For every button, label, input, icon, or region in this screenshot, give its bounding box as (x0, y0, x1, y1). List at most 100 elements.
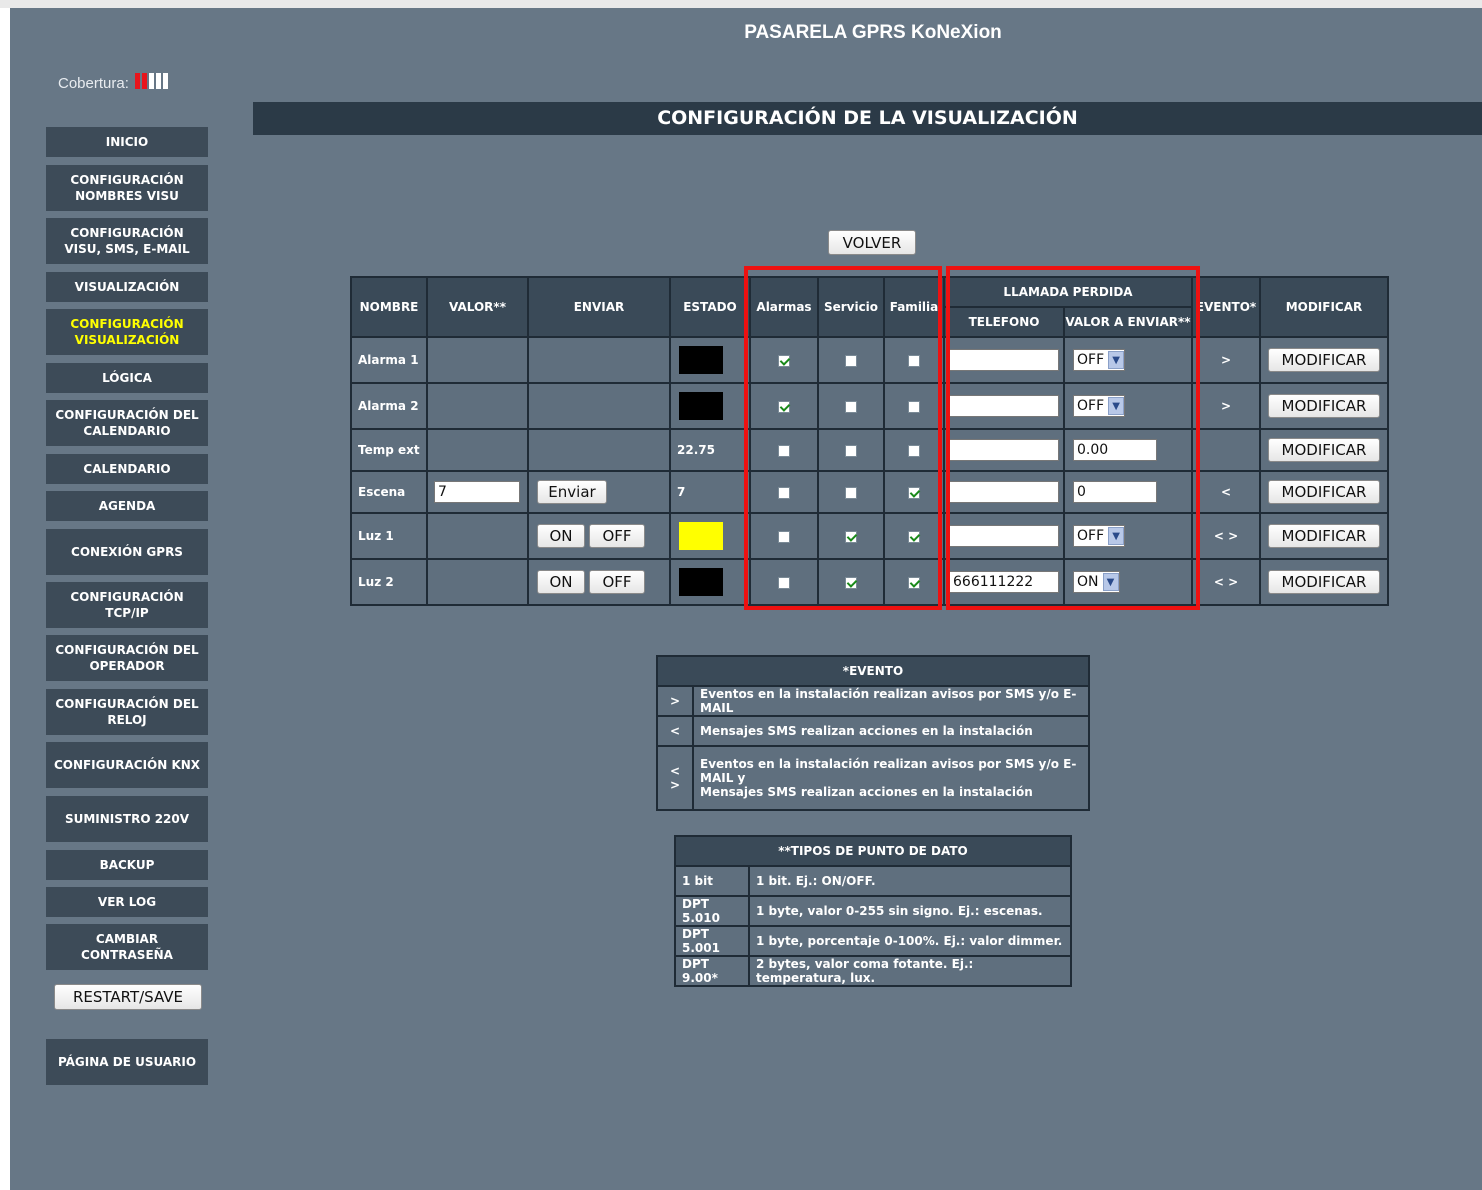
header-familia: Familia (883, 276, 945, 338)
evento-legend: *EVENTO > Eventos en la instalación reali… (656, 655, 1090, 811)
header-estado: ESTADO (669, 276, 751, 338)
sidebar-item-15[interactable]: SUMINISTRO 220V (46, 796, 208, 842)
status-swatch (679, 346, 723, 374)
dpt-type: DPT 5.001 (674, 925, 750, 957)
servicio-checkbox[interactable] (845, 486, 857, 499)
valor-enviar-select[interactable]: OFF ▼ (1073, 349, 1126, 371)
servicio-checkbox[interactable] (845, 444, 857, 457)
alarmas-checkbox[interactable] (778, 486, 790, 499)
evento-value: < (1191, 470, 1261, 514)
telefono-input[interactable] (949, 439, 1059, 461)
chevron-down-icon: ▼ (1108, 351, 1125, 369)
table-row: Alarma 2 OFF ▼ > MODIFICAR (350, 382, 1389, 430)
valor-enviar-input[interactable]: 0.00 (1073, 439, 1157, 461)
sidebar-item-1[interactable]: INICIO (46, 127, 208, 157)
evento-text-multiline: Eventos en la instalación realizan aviso… (692, 745, 1090, 811)
sidebar-item-10[interactable]: CONEXIÓN GPRS (46, 529, 208, 575)
off-button[interactable]: OFF (589, 524, 645, 548)
row-name: Temp ext (350, 428, 428, 472)
signal-bar (148, 73, 154, 89)
enviar-cell (527, 382, 671, 430)
modificar-button[interactable]: MODIFICAR (1268, 438, 1380, 462)
sidebar-item-18[interactable]: CAMBIAR CONTRASEÑA (46, 924, 208, 970)
valor-cell (426, 382, 529, 430)
sidebar-item-17[interactable]: VER LOG (46, 887, 208, 917)
familia-checkbox[interactable] (908, 530, 920, 543)
sidebar-item-5[interactable]: CONFIGURACIÓN VISUALIZACIÓN (46, 309, 208, 355)
sidebar-item-8[interactable]: CALENDARIO (46, 454, 208, 484)
valor-input[interactable]: 7 (434, 481, 520, 503)
dpt-type: DPT 9.00* (674, 955, 750, 987)
alarmas-checkbox[interactable] (778, 576, 790, 589)
row-name: Luz 1 (350, 512, 428, 560)
sidebar-item-6[interactable]: LÓGICA (46, 363, 208, 393)
valor-enviar-select[interactable]: ON ▼ (1073, 571, 1120, 593)
familia-checkbox[interactable] (908, 400, 920, 413)
sidebar-item-3[interactable]: CONFIGURACIÓN VISU, SMS, E-MAIL (46, 218, 208, 264)
telefono-input[interactable] (949, 481, 1059, 503)
alarmas-checkbox[interactable] (778, 444, 790, 457)
sidebar-item-14[interactable]: CONFIGURACIÓN KNX (46, 742, 208, 788)
enviar-button[interactable]: Enviar (537, 480, 607, 504)
telefono-input[interactable] (949, 395, 1059, 417)
dpt-desc: 1 bit. Ej.: ON/OFF. (748, 865, 1072, 897)
servicio-checkbox[interactable] (845, 576, 857, 589)
sidebar-item-7[interactable]: CONFIGURACIÓN DEL CALENDARIO (46, 400, 208, 446)
telefono-input[interactable] (949, 525, 1059, 547)
modificar-button[interactable]: MODIFICAR (1268, 570, 1380, 594)
evento-value: < > (1191, 512, 1261, 560)
sidebar-item-user-page[interactable]: PÁGINA DE USUARIO (46, 1039, 208, 1085)
familia-checkbox[interactable] (908, 486, 920, 499)
app-title: PASARELA GPRS KoNeXion (744, 22, 1002, 43)
dpt-type: DPT 5.010 (674, 895, 750, 927)
sidebar-item-9[interactable]: AGENDA (46, 491, 208, 521)
servicio-checkbox[interactable] (845, 354, 857, 367)
modificar-button[interactable]: MODIFICAR (1268, 394, 1380, 418)
servicio-checkbox[interactable] (845, 400, 857, 413)
on-button[interactable]: ON (537, 570, 585, 594)
tipos-legend-title: **TIPOS DE PUNTO DE DATO (674, 835, 1072, 867)
alarmas-checkbox[interactable] (778, 400, 790, 413)
sidebar-item-12[interactable]: CONFIGURACIÓN DEL OPERADOR (46, 635, 208, 681)
off-button[interactable]: OFF (589, 570, 645, 594)
alarmas-checkbox[interactable] (778, 354, 790, 367)
page-title: CONFIGURACIÓN DE LA VISUALIZACIÓN (253, 102, 1482, 135)
header-llamada-perdida: LLAMADA PERDIDA (943, 276, 1193, 308)
telefono-input[interactable]: 666111222 (949, 571, 1059, 593)
estado-value: 7 (669, 470, 751, 514)
modificar-button[interactable]: MODIFICAR (1268, 524, 1380, 548)
familia-checkbox[interactable] (908, 444, 920, 457)
evento-value (1191, 428, 1261, 472)
header-modificar: MODIFICAR (1259, 276, 1389, 338)
valor-cell (426, 336, 529, 384)
valor-enviar-select[interactable]: OFF ▼ (1073, 395, 1126, 417)
modificar-button[interactable]: MODIFICAR (1268, 480, 1380, 504)
telefono-input[interactable] (949, 349, 1059, 371)
on-button[interactable]: ON (537, 524, 585, 548)
familia-checkbox[interactable] (908, 354, 920, 367)
signal-bar (141, 73, 147, 89)
alarmas-checkbox[interactable] (778, 530, 790, 543)
servicio-checkbox[interactable] (845, 530, 857, 543)
volver-button[interactable]: VOLVER (828, 230, 916, 255)
valor-cell (426, 558, 529, 606)
modificar-button[interactable]: MODIFICAR (1268, 348, 1380, 372)
restart-save-button[interactable]: RESTART/SAVE (54, 984, 202, 1010)
signal-bar (134, 73, 140, 89)
sidebar-item-16[interactable]: BACKUP (46, 850, 208, 880)
sidebar-item-4[interactable]: VISUALIZACIÓN (46, 272, 208, 302)
evento-symbol: > (656, 685, 694, 717)
valor-enviar-select[interactable]: OFF ▼ (1073, 525, 1126, 547)
sidebar-item-2[interactable]: CONFIGURACIÓN NOMBRES VISU (46, 165, 208, 211)
sidebar-item-13[interactable]: CONFIGURACIÓN DEL RELOJ (46, 689, 208, 735)
table-row: Alarma 1 OFF ▼ > MODIFICAR (350, 336, 1389, 384)
valor-enviar-input[interactable]: 0 (1073, 481, 1157, 503)
estado-value: 22.75 (669, 428, 751, 472)
familia-checkbox[interactable] (908, 576, 920, 589)
valor-cell (426, 512, 529, 560)
row-name: Alarma 2 (350, 382, 428, 430)
chevron-down-icon: ▼ (1102, 573, 1119, 591)
status-swatch (679, 568, 723, 596)
signal-bars-icon (133, 73, 168, 93)
sidebar-item-11[interactable]: CONFIGURACIÓN TCP/IP (46, 582, 208, 628)
